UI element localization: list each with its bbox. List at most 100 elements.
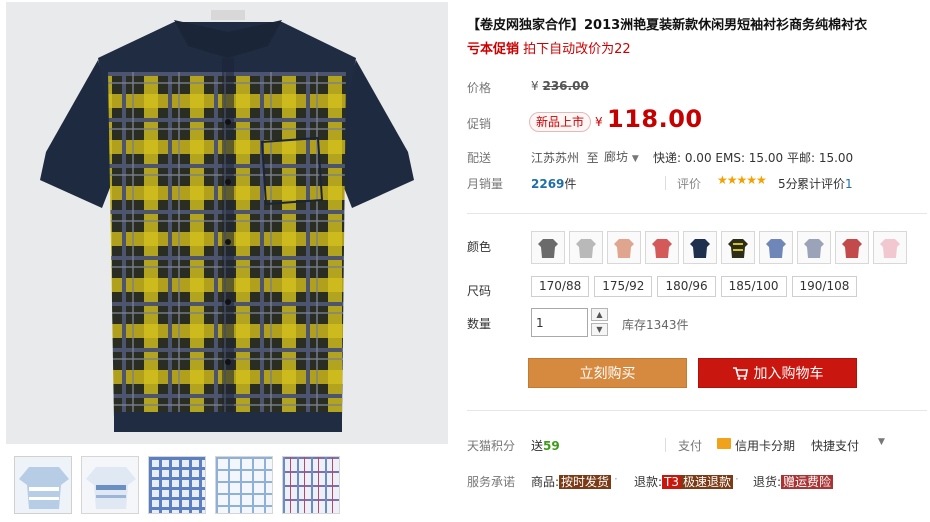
thumbnail-4[interactable] [215, 456, 273, 514]
ship-from: 江苏苏州 至 [531, 149, 599, 166]
color-swatch[interactable] [683, 231, 717, 264]
shirt-icon [614, 238, 634, 258]
chevron-down-icon: ▼ [631, 154, 639, 164]
on-time-delivery-tag: 按时发货 [559, 475, 612, 489]
shirt-icon [652, 238, 672, 258]
points-value: 送59 [531, 437, 560, 454]
color-swatch[interactable] [645, 231, 679, 264]
points-number: 59 [543, 439, 560, 453]
add-to-cart-label: 加入购物车 [753, 366, 824, 382]
rating-label: 评价 [677, 177, 702, 191]
promo-line: 亏本促销 拍下自动改价为22 [467, 38, 631, 57]
promo-price: 118.00 [607, 105, 703, 133]
color-swatch[interactable] [873, 231, 907, 264]
price-box: 价格 ¥ 236.00 促销 新品上市 ¥ 118.00 配送 江苏苏州 至 廊… [467, 68, 927, 200]
thumb-light-blue-shirt-image [15, 457, 71, 513]
promo-price-label: 促销 [467, 117, 492, 131]
monthly-sales-label: 月销量 [467, 177, 504, 191]
points-label: 天猫积分 [467, 439, 516, 453]
shipping-label: 配送 [467, 151, 492, 165]
thumb-light-check-fabric-image [216, 457, 272, 513]
shirt-icon [538, 238, 558, 258]
review-count: 1 [845, 177, 853, 191]
points-prefix: 送 [531, 439, 544, 453]
size-option[interactable]: 170/88 [531, 276, 590, 297]
color-swatch[interactable] [721, 231, 755, 264]
service-goods-prefix: 商品: [531, 475, 560, 489]
quantity-increase-button[interactable]: ▲ [591, 308, 608, 321]
divider [665, 438, 666, 452]
shipping-fees: 快递: 0.00 EMS: 15.00 平邮: 15.00 [653, 151, 854, 165]
service-refund-prefix: 退款: [634, 475, 663, 489]
original-price: ¥ 236.00 [531, 79, 589, 93]
size-option[interactable]: 185/100 [720, 276, 787, 297]
separator-dot: · [735, 472, 739, 486]
color-label: 颜色 [467, 240, 492, 254]
promo-prefix: 亏本促销 [467, 42, 520, 57]
sales-unit: 件 [564, 177, 577, 191]
quantity-decrease-button[interactable]: ▼ [591, 323, 608, 336]
size-option[interactable]: 190/108 [791, 276, 858, 297]
quantity-input[interactable] [531, 308, 588, 337]
fast-refund-tag: 极速退款 [681, 475, 734, 489]
cart-icon [732, 367, 748, 380]
divider [665, 176, 666, 190]
quick-pay[interactable]: 快捷支付 [811, 437, 859, 454]
product-title: 【卷皮网独家合作】2013洲艳夏装新款休闲男短袖衬衫商务纯棉衬衣 [467, 18, 868, 33]
new-arrival-badge: 新品上市 [529, 112, 592, 132]
rating-stars-icon: ★★★★★ [717, 173, 767, 187]
separator-dot: · [614, 472, 618, 486]
quantity-label: 数量 [467, 317, 492, 331]
divider [467, 213, 927, 214]
ship-to-city: 廊坊 [604, 150, 629, 164]
shirt-icon [766, 238, 786, 258]
chevron-down-icon[interactable]: ▼ [878, 437, 885, 447]
divider [467, 410, 927, 411]
shirt-icon [728, 238, 748, 258]
thumbnail-1[interactable] [14, 456, 72, 514]
shirt-icon [576, 238, 596, 258]
ship-to-selector[interactable]: 廊坊 ▼ [604, 148, 639, 165]
color-swatch[interactable] [835, 231, 869, 264]
buy-now-button[interactable]: 立刻购买 [528, 358, 687, 388]
color-swatches [531, 231, 907, 264]
color-swatch[interactable] [569, 231, 603, 264]
add-to-cart-button[interactable]: 加入购物车 [698, 358, 857, 388]
t3-tag: T3 [662, 475, 682, 489]
original-currency: ¥ [531, 79, 539, 93]
credit-card-installment[interactable]: 信用卡分期 [735, 437, 795, 454]
shirt-icon [690, 238, 710, 258]
service-return[interactable]: 退货: 赠运费险 [753, 473, 834, 490]
size-label: 尺码 [467, 284, 492, 298]
thumbnail-strip [14, 456, 340, 514]
currency-symbol: ¥ [595, 115, 603, 129]
credit-card-icon [717, 438, 731, 449]
original-price-value: 236.00 [542, 79, 589, 93]
service-refund[interactable]: 退款: T3 极速退款 [634, 473, 734, 490]
size-option[interactable]: 180/96 [657, 276, 716, 297]
service-goods[interactable]: 商品: 按时发货 [531, 473, 612, 490]
thumbnail-3[interactable] [148, 456, 206, 514]
review-count-link[interactable]: 累计评价1 [797, 175, 853, 192]
service-return-prefix: 退货: [753, 475, 782, 489]
color-swatch[interactable] [759, 231, 793, 264]
stock-count: 库存1343件 [622, 318, 689, 332]
service-label: 服务承诺 [467, 475, 516, 489]
original-price-label: 价格 [467, 81, 492, 95]
size-option[interactable]: 175/92 [594, 276, 653, 297]
thumb-white-blue-stripe-shirt-image [82, 457, 138, 513]
promo-text: 拍下自动改价为22 [519, 42, 631, 57]
color-swatch[interactable] [531, 231, 565, 264]
monthly-sales: 2269件 [531, 175, 576, 192]
thumb-blue-check-fabric-image [149, 457, 205, 513]
payment-label: 支付 [678, 439, 703, 453]
product-main-image[interactable] [6, 2, 448, 444]
color-swatch[interactable] [797, 231, 831, 264]
size-options: 170/88 175/92 180/96 185/100 190/108 [531, 276, 858, 297]
color-swatch[interactable] [607, 231, 641, 264]
shirt-icon [880, 238, 900, 258]
thumb-purple-check-fabric-image [283, 457, 339, 513]
ship-from-city: 江苏苏州 [531, 151, 580, 165]
thumbnail-5[interactable] [282, 456, 340, 514]
thumbnail-2[interactable] [81, 456, 139, 514]
